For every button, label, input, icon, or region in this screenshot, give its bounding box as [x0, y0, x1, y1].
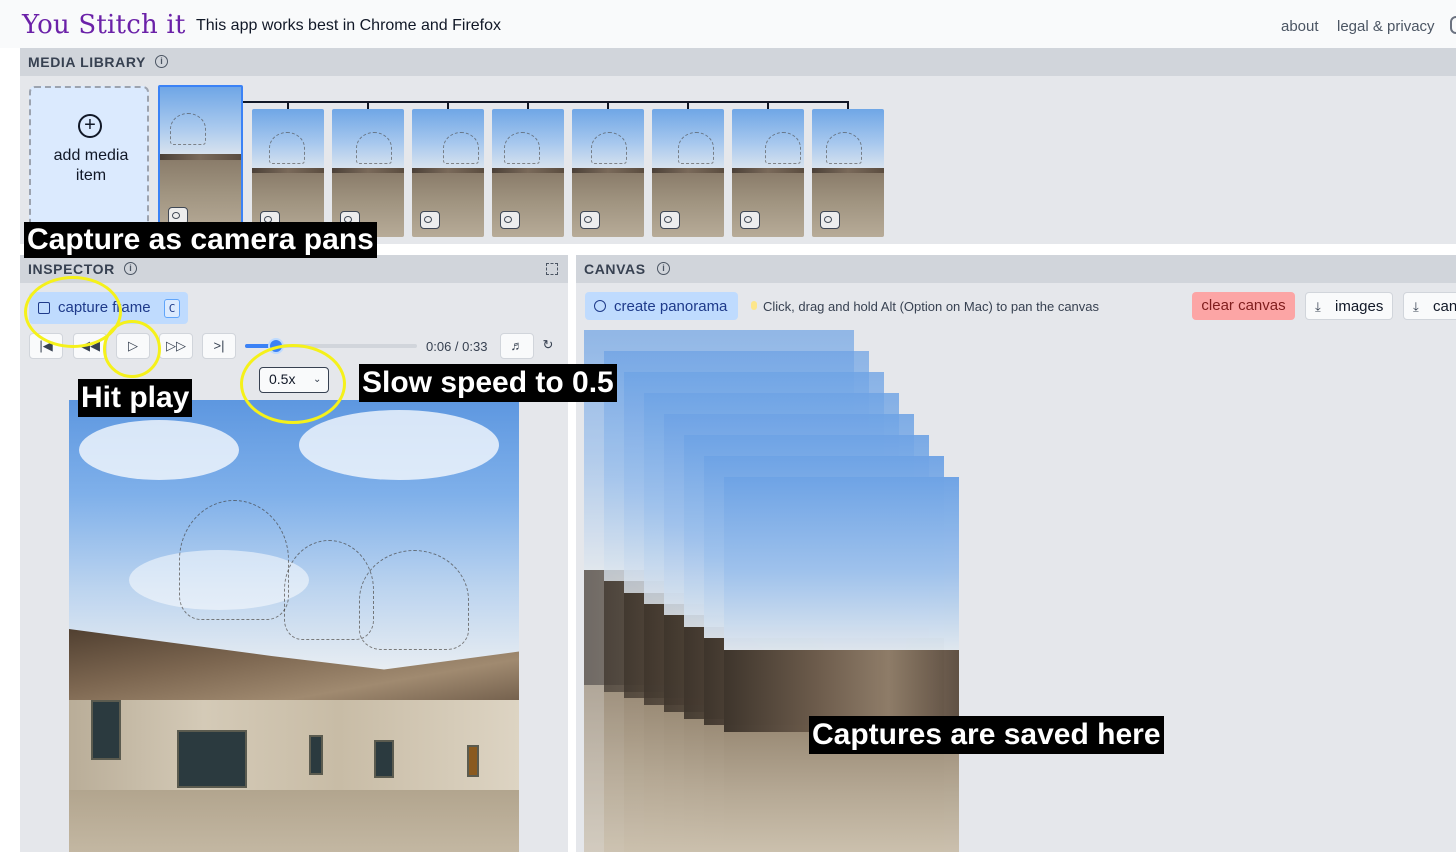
building-window: [91, 700, 121, 760]
github-icon[interactable]: [1450, 16, 1456, 34]
image-icon: [500, 211, 520, 229]
nav-about-link[interactable]: about: [1281, 18, 1319, 35]
lightbulb-icon: [751, 301, 757, 310]
nav-legal-link[interactable]: legal & privacy: [1337, 18, 1435, 35]
cloud-shape: [299, 410, 499, 480]
create-panorama-label: create panorama: [614, 298, 728, 315]
download-icon: ⤓: [1315, 299, 1321, 314]
media-item-video[interactable]: [158, 85, 243, 235]
canvas-panel: CANVAS i create panorama Click, drag and…: [576, 255, 1456, 852]
media-library-title: MEDIA LIBRARY: [28, 54, 146, 70]
thumbnail-tree: [269, 132, 305, 165]
media-library-panel: MEDIA LIBRARY i + add media item: [20, 48, 1456, 244]
highlight-play-button: [103, 320, 161, 378]
browser-notice: This app works best in Chrome and Firefo…: [196, 17, 502, 34]
volume-button[interactable]: ♬: [500, 333, 534, 359]
connector-tick: [847, 101, 849, 109]
brand-logo[interactable]: You Stitch it: [22, 10, 186, 40]
image-icon: [580, 211, 600, 229]
annotation-slow-speed: Slow speed to 0.5: [359, 364, 617, 402]
connector-tick: [607, 101, 609, 109]
media-item-image[interactable]: [652, 109, 724, 237]
download-canvas-button[interactable]: ⤓ can: [1403, 292, 1456, 320]
connector-tick: [767, 101, 769, 109]
stitch-canvas[interactable]: [584, 330, 1456, 852]
building-window: [374, 740, 394, 778]
skip-to-end-button[interactable]: >|: [202, 333, 236, 359]
canvas-hint: Click, drag and hold Alt (Option on Mac)…: [763, 299, 1100, 314]
thumbnail-tree: [356, 132, 392, 165]
thumbnail-tree: [504, 132, 540, 165]
app-header: You Stitch it This app works best in Chr…: [0, 0, 1456, 48]
sequence-connector: [243, 101, 849, 103]
thumbnail-tree: [765, 132, 801, 165]
highlight-speed-select: [240, 344, 346, 424]
building-door: [467, 745, 479, 777]
info-icon[interactable]: i: [657, 262, 670, 275]
fast-forward-button[interactable]: ▷▷: [159, 333, 193, 359]
canvas-header: [576, 255, 1456, 283]
info-icon[interactable]: i: [124, 262, 137, 275]
media-item-image[interactable]: [732, 109, 804, 237]
download-canvas-label: can: [1433, 298, 1456, 315]
media-library-header: [20, 48, 1456, 76]
image-icon: [660, 211, 680, 229]
image-icon: [820, 211, 840, 229]
download-images-button[interactable]: ⤓ images: [1305, 292, 1393, 320]
thumbnail-tree: [826, 132, 862, 165]
annotation-hit-play: Hit play: [78, 379, 193, 417]
loop-button[interactable]: ↻: [536, 333, 560, 359]
connector-tick: [687, 101, 689, 109]
connector-tick: [367, 101, 369, 109]
media-item-image[interactable]: [412, 109, 484, 237]
add-media-label: add media item: [53, 147, 129, 184]
add-media-button[interactable]: + add media item: [29, 86, 149, 234]
thumbnail-tree: [591, 132, 627, 165]
create-panorama-button[interactable]: create panorama: [585, 292, 738, 320]
download-images-label: images: [1335, 298, 1384, 315]
media-item-image[interactable]: [572, 109, 644, 237]
download-icon: ⤓: [1413, 299, 1419, 314]
time-readout: 0:06 / 0:33: [426, 339, 488, 354]
annotation-captures-saved: Captures are saved here: [809, 716, 1164, 754]
connector-tick: [287, 101, 289, 109]
clear-canvas-button[interactable]: clear canvas: [1192, 292, 1295, 320]
image-icon: [740, 211, 760, 229]
capture-shortcut-key: C: [164, 299, 180, 318]
building-window: [177, 730, 247, 788]
info-icon[interactable]: i: [155, 55, 168, 68]
tree-shape: [359, 550, 469, 650]
expand-icon[interactable]: [546, 263, 558, 275]
tree-shape: [179, 500, 289, 620]
plus-circle-icon: +: [78, 114, 102, 138]
annotation-capture-pans: Capture as camera pans: [24, 222, 377, 258]
frame-csky: [724, 477, 959, 650]
loop-icon: ↻: [542, 337, 554, 352]
volume-icon: ♬: [510, 338, 524, 353]
thumbnail-tree: [678, 132, 714, 165]
building-window: [309, 735, 323, 775]
cloud-shape: [79, 420, 239, 480]
media-item-image[interactable]: [492, 109, 564, 237]
thumbnail-tree: [170, 113, 206, 146]
connector-tick: [527, 101, 529, 109]
media-item-image[interactable]: [252, 109, 324, 237]
canvas-title: CANVAS: [584, 261, 646, 277]
media-item-image[interactable]: [812, 109, 884, 237]
inspector-title: INSPECTOR: [28, 261, 115, 277]
fast-forward-icon: ▷▷: [166, 338, 186, 353]
captured-frame[interactable]: [724, 477, 959, 852]
panorama-icon: [594, 300, 606, 312]
skip-to-end-icon: >|: [213, 338, 225, 353]
connector-tick: [447, 101, 449, 109]
image-icon: [420, 211, 440, 229]
media-item-image[interactable]: [332, 109, 404, 237]
building-wall: [69, 700, 519, 790]
video-preview[interactable]: [69, 400, 519, 852]
thumbnail-tree: [443, 132, 479, 165]
